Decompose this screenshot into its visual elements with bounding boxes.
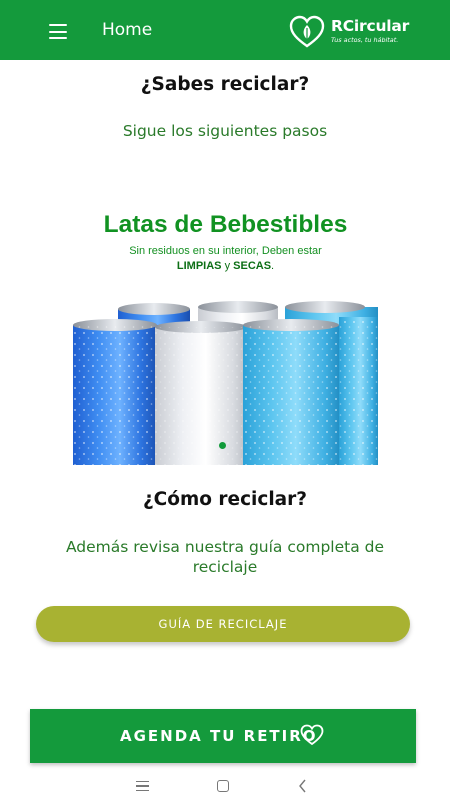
app-bar: Home RCircular Tus actos, tu hábitat. <box>0 0 450 60</box>
period-label: . <box>271 260 275 272</box>
system-nav-bar <box>0 772 450 800</box>
home-icon[interactable] <box>217 780 229 792</box>
steps-subtitle: Sigue los siguientes pasos <box>122 122 328 140</box>
cans-image <box>73 301 378 465</box>
schedule-pickup-button[interactable]: AGENDA TU RETIRO <box>30 709 416 763</box>
recycle-question-heading: ¿Sabes reciclar? <box>140 74 310 95</box>
guide-description: Además revisa nuestra guía completa de r… <box>65 538 385 576</box>
slide-title: Latas de Bebestibles <box>103 211 348 238</box>
recent-apps-icon[interactable] <box>136 781 149 791</box>
slide-condition: LIMPIAS y SECAS. <box>73 260 378 272</box>
recycling-guide-button[interactable]: GUÍA DE RECICLAJE <box>36 606 410 642</box>
slide-description: Sin residuos en su interior, Deben estar <box>129 245 322 257</box>
app-logo: RCircular Tus actos, tu hábitat. <box>289 15 410 48</box>
carousel-indicator-dot[interactable] <box>219 442 226 449</box>
limpias-label: LIMPIAS <box>176 260 222 272</box>
carousel-slide[interactable]: Latas de Bebestibles Sin residuos en su … <box>73 205 378 465</box>
how-recycle-heading: ¿Cómo reciclar? <box>142 489 308 510</box>
secas-label: SECAS <box>233 260 272 272</box>
logo-name: RCircular <box>331 17 410 35</box>
hamburger-menu-icon[interactable] <box>46 22 72 42</box>
leaf-heart-icon <box>289 15 325 48</box>
page-title: Home <box>102 20 153 40</box>
heart-outline-icon <box>300 724 324 746</box>
schedule-pickup-label: AGENDA TU RETIRO <box>120 727 318 745</box>
back-icon[interactable] <box>297 779 309 793</box>
y-label: y <box>224 260 231 272</box>
logo-tagline: Tus actos, tu hábitat. <box>331 36 399 44</box>
